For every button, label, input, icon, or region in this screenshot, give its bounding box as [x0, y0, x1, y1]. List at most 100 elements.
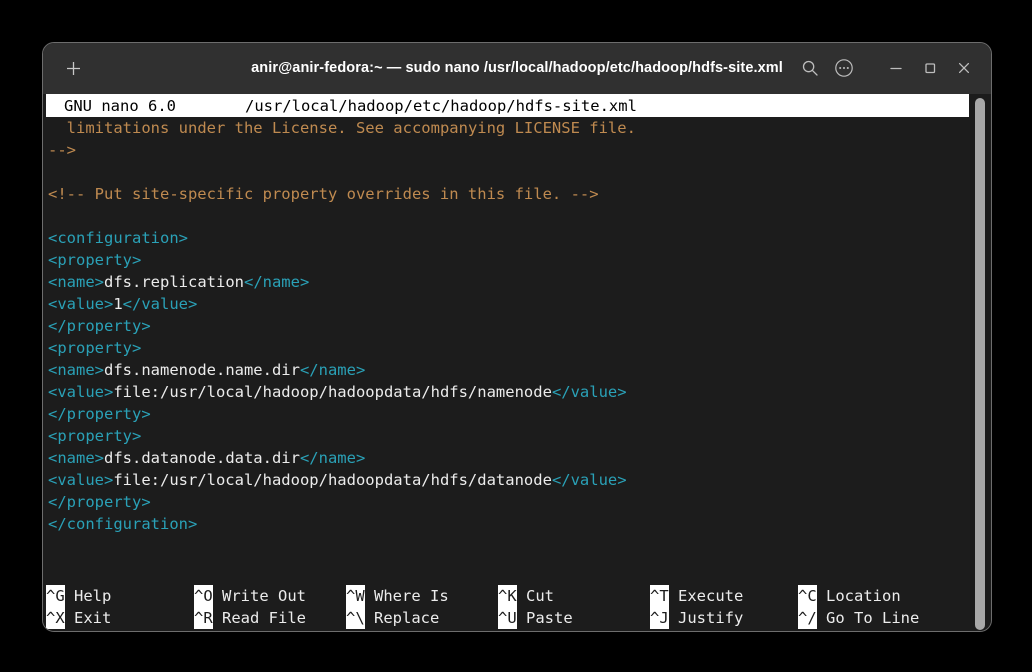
shortcut-label: Execute: [668, 587, 744, 605]
editor-line: <value>file:/usr/local/hadoop/hadoopdata…: [48, 381, 969, 403]
shortcut-label: Help: [64, 587, 112, 605]
code-token-tag: </name>: [299, 361, 366, 379]
nano-filename: /usr/local/hadoop/etc/hadoop/hdfs-site.x…: [244, 96, 637, 115]
shortcut-key: ^/: [798, 607, 817, 629]
search-icon[interactable]: [793, 51, 827, 85]
editor-line: <value>file:/usr/local/hadoop/hadoopdata…: [48, 469, 969, 491]
shortcut-key: ^\: [346, 607, 365, 629]
shortcut-key: ^U: [498, 607, 517, 629]
shortcut-write-out[interactable]: ^O Write Out: [194, 585, 306, 607]
code-token-tag: </value>: [551, 383, 627, 401]
shortcut-location[interactable]: ^C Location: [798, 585, 901, 607]
shortcut-label: Justify: [668, 609, 744, 627]
editor-line: -->: [48, 139, 969, 161]
editor-line: <!-- Put site-specific property override…: [48, 183, 969, 205]
shortcut-execute[interactable]: ^T Execute: [650, 585, 743, 607]
maximize-icon[interactable]: [913, 51, 947, 85]
editor-line: <property>: [48, 249, 969, 271]
editor-line: <value>1</value>: [48, 293, 969, 315]
shortcut-label: Read File: [212, 609, 306, 627]
terminal-content[interactable]: GNU nano 6.0 /usr/local/hadoop/etc/hadoo…: [43, 94, 991, 631]
code-token-text: dfs.replication: [104, 273, 244, 291]
code-token-tag: <value>: [48, 295, 114, 313]
shortcut-key: ^G: [46, 585, 65, 607]
code-token-tag: <name>: [48, 361, 104, 379]
code-token-tag: </property>: [48, 493, 151, 511]
shortcut-label: Replace: [364, 609, 440, 627]
shortcut-read-file[interactable]: ^R Read File: [194, 607, 306, 629]
nano-header-bar: GNU nano 6.0 /usr/local/hadoop/etc/hadoo…: [46, 94, 969, 117]
editor-line: </property>: [48, 315, 969, 337]
code-token-tag: <property>: [48, 427, 142, 445]
editor-line: <name>dfs.replication</name>: [48, 271, 969, 293]
shortcut-key: ^C: [798, 585, 817, 607]
code-token-tag: <value>: [48, 383, 114, 401]
plus-icon[interactable]: [56, 51, 90, 85]
editor-line: limitations under the License. See accom…: [48, 117, 969, 139]
code-token-tag: </name>: [299, 449, 366, 467]
shortcut-key: ^O: [194, 585, 213, 607]
desktop-background: anir@anir-fedora:~ — sudo nano /usr/loca…: [0, 0, 1032, 672]
window-controls: [793, 51, 991, 85]
code-token-text: 1: [113, 295, 123, 313]
editor-line: </property>: [48, 403, 969, 425]
window-titlebar: anir@anir-fedora:~ — sudo nano /usr/loca…: [43, 43, 991, 94]
code-token-tag: <property>: [48, 339, 142, 357]
minimize-icon[interactable]: [879, 51, 913, 85]
editor-line: <name>dfs.datanode.data.dir</name>: [48, 447, 969, 469]
terminal-window: anir@anir-fedora:~ — sudo nano /usr/loca…: [42, 42, 992, 632]
shortcut-label: Exit: [64, 609, 112, 627]
shortcut-key: ^J: [650, 607, 669, 629]
code-token-tag: </value>: [551, 471, 627, 489]
shortcut-paste[interactable]: ^U Paste: [498, 607, 573, 629]
code-token-tag: <value>: [48, 471, 114, 489]
shortcut-row-1: ^G Help ^O Write Out ^W Where Is ^K Cut ^T E…: [46, 585, 969, 607]
editor-line: </property>: [48, 491, 969, 513]
scrollbar-thumb[interactable]: [975, 98, 985, 630]
editor-line: <property>: [48, 425, 969, 447]
code-token-text: dfs.namenode.name.dir: [104, 361, 300, 379]
editor-text-area[interactable]: limitations under the License. See accom…: [46, 117, 969, 571]
shortcut-cut[interactable]: ^K Cut: [498, 585, 554, 607]
editor-line: <configuration>: [48, 227, 969, 249]
code-token-text: file:/usr/local/hadoop/hadoopdata/hdfs/d…: [113, 471, 552, 489]
nano-shortcut-bar: ^G Help ^O Write Out ^W Where Is ^K Cut ^T E…: [46, 585, 969, 631]
code-token-tag: <name>: [48, 273, 104, 291]
shortcut-label: Where Is: [364, 587, 449, 605]
menu-icon[interactable]: [827, 51, 861, 85]
code-token-tag: <name>: [48, 449, 104, 467]
scrollbar[interactable]: [973, 96, 987, 630]
shortcut-key: ^T: [650, 585, 669, 607]
code-token-text: dfs.datanode.data.dir: [104, 449, 300, 467]
shortcut-label: Location: [816, 587, 901, 605]
shortcut-row-2: ^X Exit ^R Read File ^\ Replace ^U Paste ^J …: [46, 607, 969, 629]
shortcut-replace[interactable]: ^\ Replace: [346, 607, 439, 629]
shortcut-label: Paste: [516, 609, 573, 627]
editor-line: </configuration>: [48, 513, 969, 535]
editor-line: <property>: [48, 337, 969, 359]
code-token-tag: <configuration>: [48, 229, 188, 247]
shortcut-label: Cut: [516, 587, 554, 605]
code-token-comment: limitations under the License. See accom…: [66, 119, 636, 137]
shortcut-help[interactable]: ^G Help: [46, 585, 111, 607]
code-token-comment: -->: [48, 141, 76, 159]
code-token-text: file:/usr/local/hadoop/hadoopdata/hdfs/n…: [113, 383, 552, 401]
code-token-tag: <property>: [48, 251, 142, 269]
code-token-tag: </configuration>: [48, 515, 198, 533]
shortcut-go-to-line[interactable]: ^/ Go To Line: [798, 607, 919, 629]
shortcut-key: ^X: [46, 607, 65, 629]
code-token-tag: </name>: [243, 273, 310, 291]
shortcut-key: ^W: [346, 585, 365, 607]
shortcut-exit[interactable]: ^X Exit: [46, 607, 111, 629]
code-token-tag: </value>: [122, 295, 198, 313]
shortcut-label: Write Out: [212, 587, 306, 605]
shortcut-label: Go To Line: [816, 609, 920, 627]
shortcut-key: ^R: [194, 607, 213, 629]
shortcut-justify[interactable]: ^J Justify: [650, 607, 743, 629]
close-icon[interactable]: [947, 51, 981, 85]
shortcut-where-is[interactable]: ^W Where Is: [346, 585, 449, 607]
code-token-tag: </property>: [48, 317, 151, 335]
shortcut-key: ^K: [498, 585, 517, 607]
